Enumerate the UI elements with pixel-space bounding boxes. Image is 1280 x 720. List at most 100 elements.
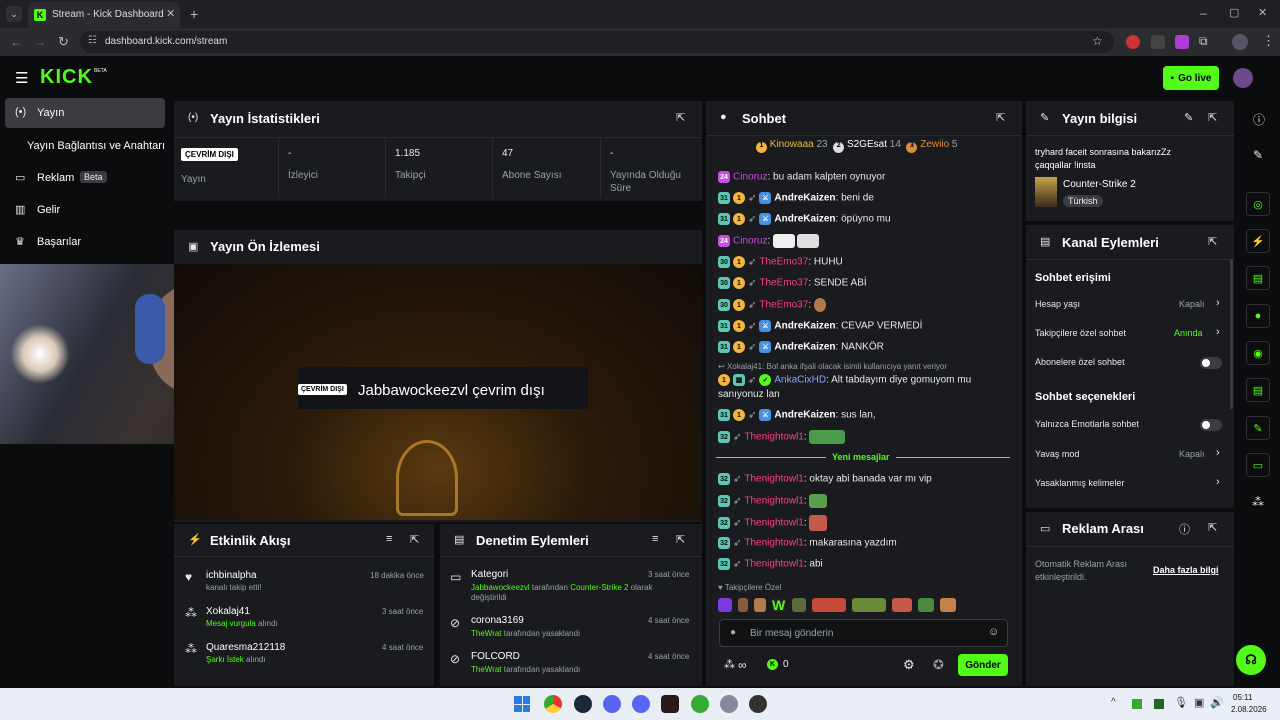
- emotes-only-toggle[interactable]: [1200, 419, 1222, 431]
- obs-taskbar-icon[interactable]: [749, 695, 767, 713]
- discord-taskbar-icon[interactable]: [603, 695, 621, 713]
- popout-icon[interactable]: ⇱: [996, 111, 1005, 124]
- site-info-icon[interactable]: ☷: [88, 35, 97, 46]
- chat-message[interactable]: 30 1 ➶ TheEmo37:: [718, 298, 826, 312]
- popout-icon[interactable]: ⇱: [676, 533, 685, 546]
- chat-message[interactable]: 32 ➶ Thenightowl1: oktay abi banada var mı…: [718, 473, 932, 485]
- chat-username[interactable]: Cinoruz: [733, 236, 767, 247]
- list-item[interactable]: ⊘ corona3169 TheWrat tarafından yasaklan…: [440, 612, 702, 642]
- chat-input[interactable]: ● Bir mesaj gönderin ☺: [719, 619, 1008, 647]
- followers-only-setting[interactable]: Takipçilere özel sohbet Anında ›: [1026, 322, 1226, 346]
- popout-icon[interactable]: ⇱: [1208, 111, 1217, 124]
- tray-icon[interactable]: [1132, 699, 1142, 709]
- gift-icon[interactable]: ⁂: [1252, 495, 1264, 509]
- broadcast-icon[interactable]: ◉: [1246, 341, 1270, 365]
- document-icon[interactable]: ▤: [1246, 266, 1270, 290]
- edit-pencil-icon[interactable]: ✎: [1253, 148, 1263, 162]
- xbox-taskbar-icon[interactable]: [691, 695, 709, 713]
- reload-icon[interactable]: ↻: [58, 34, 69, 50]
- chat-message[interactable]: 32 ➶ Thenightowl1:: [718, 515, 828, 531]
- chat-username[interactable]: AndreKaizen: [774, 410, 835, 421]
- chat-message[interactable]: 24 Cinoruz:: [718, 234, 820, 248]
- mod-tools-icon[interactable]: ✪: [933, 657, 944, 673]
- bookmark-star-icon[interactable]: ☆: [1092, 34, 1103, 48]
- emote-bar[interactable]: W: [718, 596, 1010, 614]
- discord-taskbar-icon[interactable]: [632, 695, 650, 713]
- profile-avatar[interactable]: [1232, 34, 1248, 50]
- settings-gear-icon[interactable]: ⚙: [903, 657, 915, 673]
- close-tab-icon[interactable]: ✕: [166, 7, 175, 20]
- emote-icon[interactable]: [738, 598, 748, 612]
- hamburger-menu-icon[interactable]: ☰: [15, 69, 28, 87]
- info-icon[interactable]: ⓘ: [1179, 521, 1190, 537]
- steam-taskbar-icon[interactable]: [574, 695, 592, 713]
- subs-only-toggle[interactable]: [1200, 357, 1222, 369]
- chat-message[interactable]: 31 1 ➶ ⚔ AndreKaizen: beni de: [718, 192, 874, 204]
- maximize-icon[interactable]: ▢: [1229, 6, 1239, 19]
- support-chat-icon[interactable]: ☊: [1236, 645, 1266, 675]
- chat-message[interactable]: 31 1 ➶ ⚔ AndreKaizen: öpüyno mu: [718, 213, 891, 225]
- chat-username[interactable]: TheEmo37: [759, 300, 808, 311]
- banned-words-setting[interactable]: Yasaklanmış kelimeler ›: [1026, 472, 1226, 496]
- chat-username[interactable]: Cinoruz: [733, 172, 767, 183]
- chat-message[interactable]: 32 ➶ Thenightowl1: abi: [718, 558, 823, 570]
- scrollbar[interactable]: [1230, 259, 1233, 409]
- chat-username[interactable]: AndreKaizen: [774, 321, 835, 332]
- extension-icon[interactable]: [1175, 35, 1189, 49]
- chat-message[interactable]: 31 1 ➶ ⚔ AndreKaizen: NANKÖR: [718, 341, 884, 353]
- filter-icon[interactable]: ≡: [652, 533, 658, 545]
- emote-icon[interactable]: [718, 598, 732, 612]
- chat-username[interactable]: AndreKaizen: [774, 214, 835, 225]
- tray-icon[interactable]: [1154, 699, 1164, 709]
- emote-icon[interactable]: [892, 598, 912, 612]
- chat-message[interactable]: 30 1 ➶ TheEmo37: SENDE ABİ: [718, 277, 867, 289]
- chat-bubble-icon[interactable]: ●: [1246, 304, 1270, 328]
- chat-message[interactable]: 32 ➶ Thenightowl1:: [718, 494, 828, 508]
- windows-start-icon[interactable]: [514, 696, 530, 712]
- extensions-puzzle-icon[interactable]: ⧉: [1199, 34, 1208, 49]
- active-tab[interactable]: K Stream - Kick Dashboard ✕: [28, 2, 180, 28]
- list-item[interactable]: ⊘ FOLCORD TheWrat tarafından yasaklandı …: [440, 648, 702, 678]
- minimize-icon[interactable]: –: [1200, 6, 1207, 20]
- list-item[interactable]: ♥ ichbinalpha kanalı takip etti! 18 daki…: [174, 566, 434, 596]
- channel-icon[interactable]: ▤: [1246, 378, 1270, 402]
- settings-taskbar-icon[interactable]: [720, 695, 738, 713]
- clock-time[interactable]: 05:11: [1233, 693, 1252, 702]
- kick-logo[interactable]: KICK: [40, 66, 93, 89]
- emote-icon[interactable]: W: [772, 598, 786, 612]
- browser-menu-icon[interactable]: ⋮: [1262, 33, 1275, 49]
- chat-message[interactable]: 24 Cinoruz: bu adam kalpten oynuyor: [718, 171, 885, 183]
- chat-username[interactable]: Thenightowl1: [744, 559, 803, 570]
- user-avatar[interactable]: [1233, 68, 1253, 88]
- network-icon[interactable]: ▣: [1194, 696, 1204, 709]
- send-button[interactable]: Gönder: [958, 654, 1008, 676]
- forward-icon[interactable]: →: [34, 35, 46, 49]
- info-icon[interactable]: ⓘ: [1253, 111, 1265, 128]
- lightning-icon[interactable]: ⚡: [1246, 229, 1270, 253]
- emote-icon[interactable]: [792, 598, 806, 612]
- microphone-icon[interactable]: 🎙: [1174, 696, 1188, 709]
- clip-icon[interactable]: ◎: [1246, 192, 1270, 216]
- chat-message[interactable]: 1 ▦ ➶ ✓ AnkaCixHD: Alt tabdayım diye gomuyom…: [718, 374, 971, 386]
- tab-list-icon[interactable]: ⌄: [6, 6, 22, 22]
- emote-icon[interactable]: [852, 598, 886, 612]
- close-window-icon[interactable]: ✕: [1258, 6, 1267, 19]
- emoji-icon[interactable]: ☺: [988, 626, 999, 638]
- chat-message[interactable]: 32 ➶ Thenightowl1:: [718, 430, 846, 444]
- account-age-setting[interactable]: Hesap yaşı Kapalı ›: [1026, 293, 1226, 317]
- chat-username[interactable]: Thenightowl1: [744, 474, 803, 485]
- chat-username[interactable]: AndreKaizen: [774, 342, 835, 353]
- emote-icon[interactable]: [940, 598, 956, 612]
- popout-icon[interactable]: ⇱: [676, 111, 685, 124]
- chat-username[interactable]: Thenightowl1: [744, 496, 803, 507]
- reply-context[interactable]: ↩ Xokalaj41: Bol anka ifşali olacak isim…: [718, 362, 947, 371]
- chat-username[interactable]: TheEmo37: [759, 278, 808, 289]
- emote-icon[interactable]: [754, 598, 766, 612]
- gift-icon[interactable]: ⁂: [724, 658, 735, 671]
- popout-icon[interactable]: ⇱: [1208, 521, 1217, 534]
- popout-icon[interactable]: ⇱: [410, 533, 419, 546]
- sidebar-item-stream-key[interactable]: Yayın Bağlantısı ve Anahtarı: [5, 132, 170, 160]
- chat-username[interactable]: TheEmo37: [759, 257, 808, 268]
- chat-message[interactable]: 32 ➶ Thenightowl1: makarasına yazdım: [718, 537, 897, 549]
- clock-date[interactable]: 2.08.2026: [1231, 705, 1267, 714]
